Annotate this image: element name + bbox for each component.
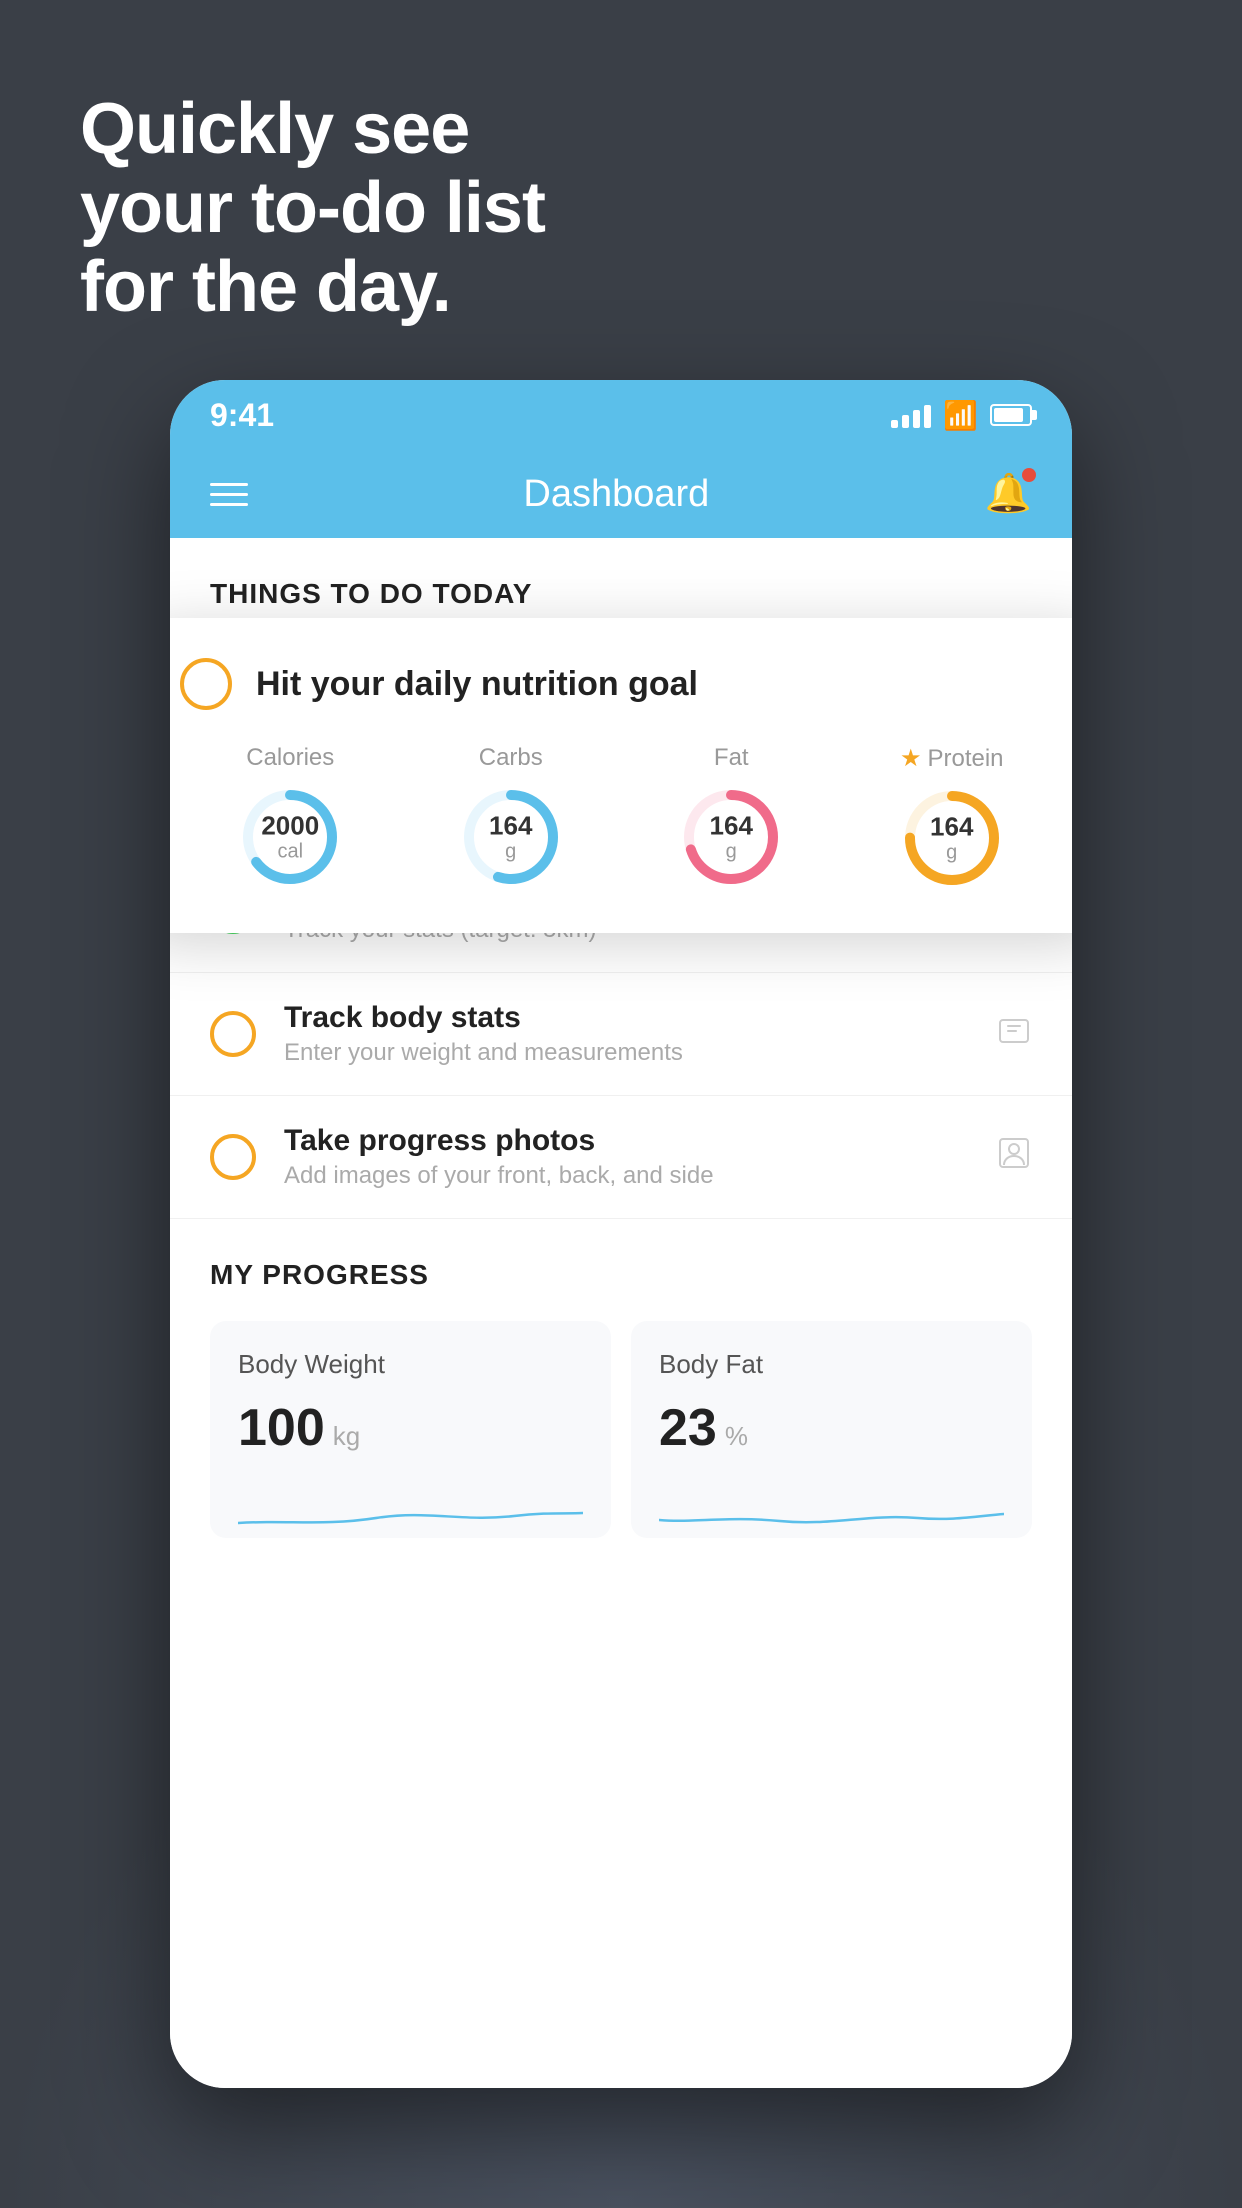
- star-icon: ★: [900, 744, 922, 773]
- todo-subtitle-body-stats: Enter your weight and measurements: [284, 1039, 968, 1067]
- protein-value: 164: [930, 813, 973, 842]
- check-circle: [180, 658, 232, 710]
- calories-value: 2000: [261, 812, 319, 841]
- progress-card-weight[interactable]: Body Weight 100 kg: [210, 1321, 611, 1538]
- nutrition-item-protein: ★ Protein 164 g: [897, 744, 1007, 893]
- body-weight-label: Body Weight: [238, 1349, 583, 1380]
- wifi-icon: 📶: [943, 399, 978, 432]
- fat-label: Fat: [714, 744, 749, 772]
- calories-donut: 2000 cal: [235, 782, 345, 892]
- protein-unit: g: [946, 841, 957, 863]
- todo-title-body-stats: Track body stats: [284, 1001, 968, 1035]
- protein-label: ★ Protein: [900, 744, 1004, 773]
- progress-cards: Body Weight 100 kg Body Fat 23 %: [210, 1321, 1032, 1538]
- nutrition-item-calories: Calories 2000 cal: [235, 744, 345, 892]
- carbs-donut: 164 g: [456, 782, 566, 892]
- todo-circle-body-stats: [210, 1011, 256, 1057]
- fat-sparkline: [659, 1478, 1004, 1538]
- body-weight-unit: kg: [333, 1421, 360, 1452]
- todo-circle-photos: [210, 1134, 256, 1180]
- weight-sparkline: [238, 1478, 583, 1538]
- bell-icon[interactable]: 🔔: [985, 472, 1032, 516]
- hamburger-menu[interactable]: [210, 483, 248, 506]
- status-time: 9:41: [210, 397, 274, 434]
- body-fat-unit: %: [725, 1421, 748, 1452]
- status-icons: 📶: [891, 399, 1032, 432]
- notification-dot: [1022, 468, 1036, 482]
- fat-donut: 164 g: [676, 782, 786, 892]
- todo-subtitle-photos: Add images of your front, back, and side: [284, 1162, 968, 1190]
- body-fat-value-row: 23 %: [659, 1398, 1004, 1458]
- signal-icon: [891, 402, 931, 428]
- body-weight-num: 100: [238, 1398, 325, 1458]
- todo-item-body-stats[interactable]: Track body stats Enter your weight and m…: [170, 973, 1072, 1096]
- nutrition-card-title: Hit your daily nutrition goal: [256, 665, 698, 704]
- todo-text-photos: Take progress photos Add images of your …: [284, 1124, 968, 1190]
- nutrition-item-carbs: Carbs 164 g: [456, 744, 566, 892]
- carbs-label: Carbs: [479, 744, 543, 772]
- carbs-unit: g: [505, 840, 516, 862]
- progress-heading: MY PROGRESS: [210, 1259, 1032, 1291]
- nav-bar: Dashboard 🔔: [170, 450, 1072, 538]
- body-fat-num: 23: [659, 1398, 717, 1458]
- carbs-value: 164: [489, 812, 532, 841]
- nutrition-card-header: Hit your daily nutrition goal: [180, 658, 1062, 710]
- content-area: THINGS TO DO TODAY Hit your daily nutrit…: [170, 538, 1072, 2088]
- todo-text-body-stats: Track body stats Enter your weight and m…: [284, 1001, 968, 1067]
- scale-icon: [996, 1012, 1032, 1057]
- things-to-do-heading: THINGS TO DO TODAY: [170, 538, 1072, 630]
- headline: Quickly see your to-do list for the day.: [80, 90, 545, 328]
- phone-mockup: 9:41 📶 Dashboard 🔔 TH: [170, 380, 1072, 2088]
- calories-label: Calories: [246, 744, 334, 772]
- body-fat-label: Body Fat: [659, 1349, 1004, 1380]
- person-icon: [996, 1135, 1032, 1180]
- fat-value: 164: [710, 812, 753, 841]
- nutrition-card: Hit your daily nutrition goal Calories 2…: [170, 618, 1072, 933]
- nutrition-circles: Calories 2000 cal Carbs: [180, 744, 1062, 893]
- progress-section: MY PROGRESS Body Weight 100 kg Body Fat: [170, 1219, 1072, 1558]
- status-bar: 9:41 📶: [170, 380, 1072, 450]
- todo-title-photos: Take progress photos: [284, 1124, 968, 1158]
- body-weight-value-row: 100 kg: [238, 1398, 583, 1458]
- nav-title: Dashboard: [523, 473, 709, 516]
- nutrition-item-fat: Fat 164 g: [676, 744, 786, 892]
- headline-line1: Quickly see: [80, 90, 545, 169]
- todo-item-photos[interactable]: Take progress photos Add images of your …: [170, 1096, 1072, 1219]
- calories-unit: cal: [277, 840, 303, 862]
- battery-icon: [990, 404, 1032, 426]
- headline-line2: your to-do list: [80, 169, 545, 248]
- progress-card-fat[interactable]: Body Fat 23 %: [631, 1321, 1032, 1538]
- headline-line3: for the day.: [80, 248, 545, 327]
- fat-unit: g: [726, 840, 737, 862]
- protein-donut: 164 g: [897, 783, 1007, 893]
